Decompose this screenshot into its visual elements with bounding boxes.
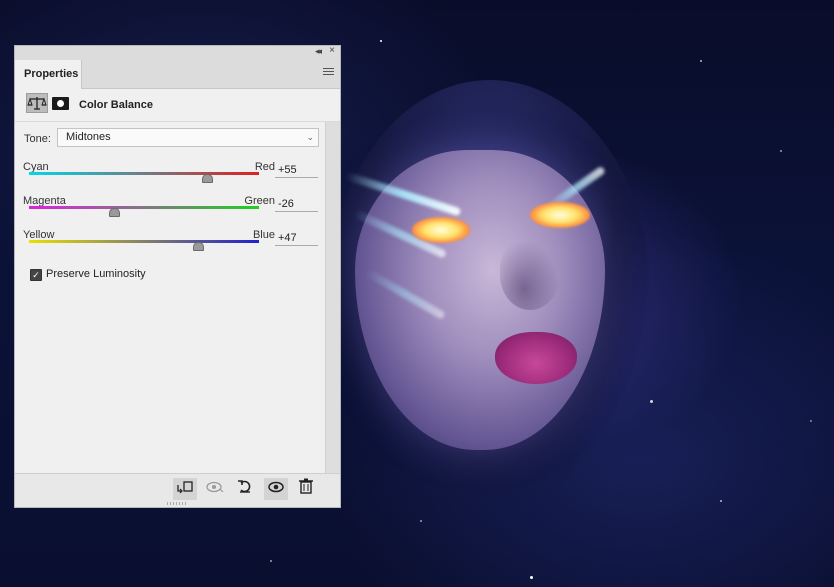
preserve-luminosity-label: Preserve Luminosity — [46, 268, 146, 280]
view-previous-state-icon[interactable] — [203, 478, 227, 500]
collapse-icon[interactable]: ◂◂ — [315, 46, 322, 57]
clip-to-layer-icon[interactable] — [173, 478, 197, 500]
delete-icon[interactable] — [294, 478, 318, 500]
cyan-red-value-input[interactable]: +55 — [275, 163, 318, 178]
magenta-green-track[interactable] — [29, 206, 259, 209]
adjustment-title: Color Balance — [79, 99, 153, 111]
lips — [495, 332, 577, 384]
right-glowing-eye — [530, 202, 590, 228]
chevron-down-icon: ⌄ — [306, 132, 314, 142]
tab-properties[interactable]: Properties — [15, 60, 82, 89]
preserve-luminosity-checkbox[interactable]: ✓ — [30, 269, 42, 281]
left-glowing-eye — [412, 217, 470, 243]
cyan-red-thumb[interactable] — [202, 174, 214, 183]
tone-dropdown[interactable]: Midtones ⌄ — [57, 128, 319, 147]
panel-menu-icon[interactable] — [323, 68, 334, 76]
panel-bottom-toolbar — [15, 473, 340, 507]
visibility-icon[interactable] — [264, 478, 288, 500]
tone-value: Midtones — [66, 131, 111, 143]
panel-tabbar: Properties — [15, 58, 340, 89]
layer-mask-icon[interactable] — [52, 97, 69, 110]
yellow-blue-slider-row: Yellow Blue +47 — [23, 229, 323, 263]
yellow-blue-thumb[interactable] — [193, 242, 205, 251]
cyan-red-slider-row: Cyan Red +55 — [23, 161, 323, 195]
properties-panel: ◂◂ × Properties Color Balance Tone: Midt… — [14, 45, 341, 508]
resize-grip[interactable] — [167, 502, 187, 505]
color-balance-icon[interactable] — [26, 93, 48, 113]
magenta-green-slider-row: Magenta Green -26 — [23, 195, 323, 229]
cyan-red-track[interactable] — [29, 172, 259, 175]
adjustment-header: Color Balance — [15, 89, 340, 122]
magenta-green-thumb[interactable] — [109, 208, 121, 217]
reset-icon[interactable] — [233, 478, 257, 500]
panel-scrollbar[interactable] — [325, 122, 340, 475]
magenta-green-value-input[interactable]: -26 — [275, 197, 318, 212]
tone-label: Tone: — [24, 133, 51, 145]
yellow-blue-value-input[interactable]: +47 — [275, 231, 318, 246]
close-icon[interactable]: × — [329, 45, 335, 56]
yellow-blue-track[interactable] — [29, 240, 259, 243]
